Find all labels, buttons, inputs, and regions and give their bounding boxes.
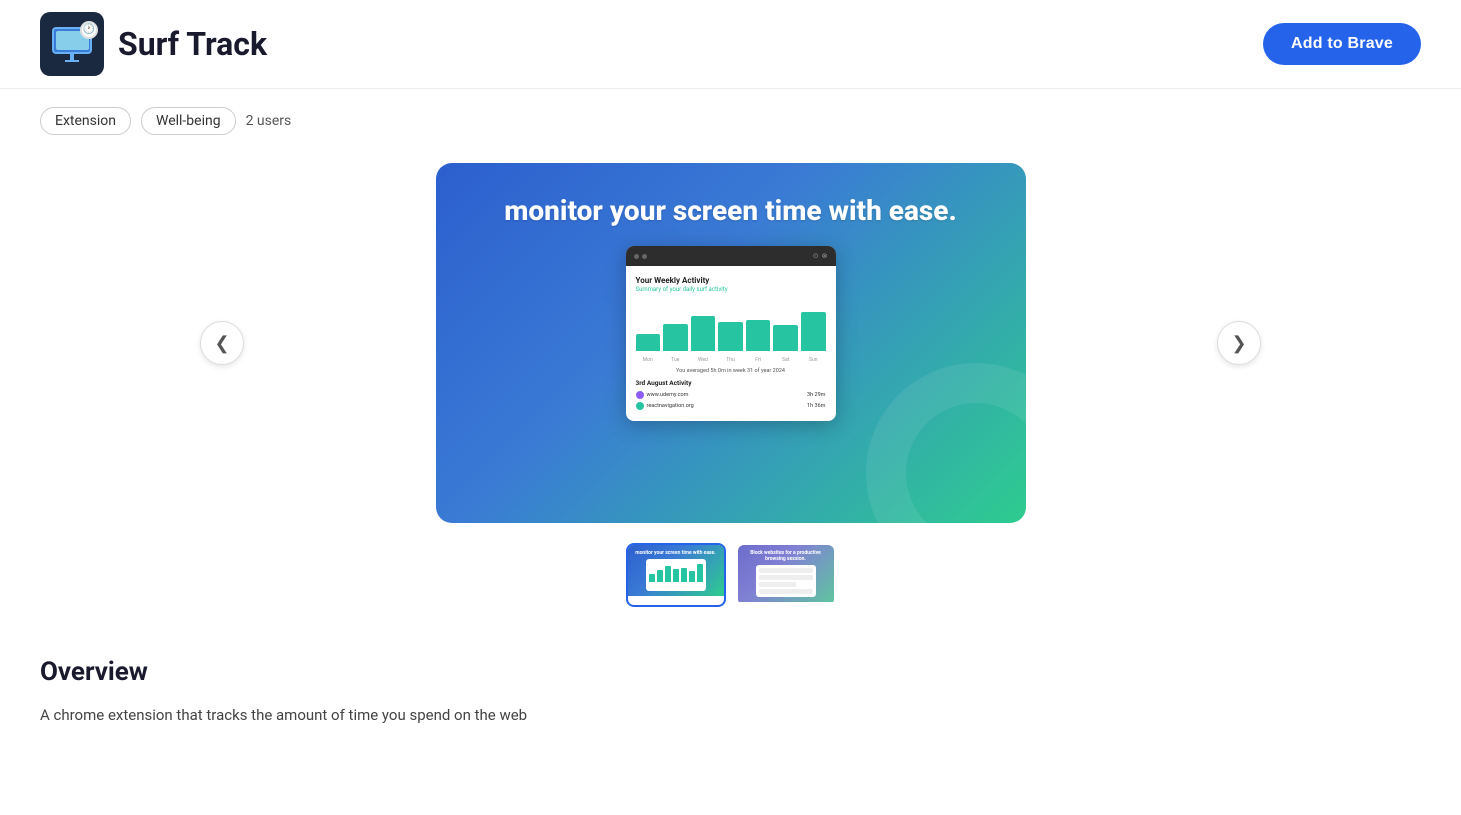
label-thu: Thu xyxy=(718,357,743,363)
browser-mockup: ⊙ ⊗ Your Weekly Activity Summary of your… xyxy=(626,246,836,421)
thumb-2-text: Block websites for a productive browsing… xyxy=(743,550,829,562)
users-count: 2 users xyxy=(246,108,292,134)
prev-arrow-icon: ❮ xyxy=(214,333,229,354)
site-time-2: 1h 36m xyxy=(807,403,826,409)
t2r1 xyxy=(759,568,813,573)
bar-sat xyxy=(773,325,798,351)
t2r4 xyxy=(759,589,813,594)
favicon-2 xyxy=(636,402,644,410)
bar-tue xyxy=(663,324,688,352)
page-header: 🕐 Surf Track Add to Brave xyxy=(0,0,1461,89)
label-sun: Sun xyxy=(801,357,826,363)
close-icon: ⊗ xyxy=(822,252,828,260)
carousel-main-slide: monitor your screen time with ease. ⊙ ⊗ … xyxy=(436,163,1026,523)
label-tue: Tue xyxy=(663,357,688,363)
settings-icon: ⊙ xyxy=(813,252,819,260)
label-wed: Wed xyxy=(691,357,716,363)
t2r2 xyxy=(759,575,813,580)
t1b3 xyxy=(665,566,671,582)
app-title: Surf Track xyxy=(118,25,267,63)
browser-bar: ⊙ ⊗ xyxy=(626,246,836,266)
thumbnails-row: monitor your screen time with ease. Bloc… xyxy=(0,543,1461,607)
thumb-2-content: Block websites for a productive browsing… xyxy=(738,545,834,602)
activity-chart xyxy=(636,301,826,351)
thumbnail-1[interactable]: monitor your screen time with ease. xyxy=(626,543,726,607)
thumb-2-mini xyxy=(756,565,816,597)
bar-fri xyxy=(746,320,771,351)
thumb-1-text: monitor your screen time with ease. xyxy=(635,550,716,556)
bar-mon xyxy=(636,334,661,352)
favicon-1 xyxy=(636,391,644,399)
clock-icon: 🕐 xyxy=(83,24,95,35)
site-left-1: www.udemy.com xyxy=(636,391,689,399)
carousel-prev-button[interactable]: ❮ xyxy=(200,321,244,365)
label-sat: Sat xyxy=(773,357,798,363)
avg-text: You averaged 5h 0m in week 31 of year 20… xyxy=(636,368,826,374)
thumbnail-2[interactable]: Block websites for a productive browsing… xyxy=(736,543,836,607)
label-mon: Mon xyxy=(636,357,661,363)
thumb-1-content: monitor your screen time with ease. xyxy=(628,545,724,596)
wellbeing-tag[interactable]: Well-being xyxy=(141,107,236,135)
t2r3 xyxy=(759,582,797,587)
site-name-2: reactnavigation.org xyxy=(647,403,694,409)
bar-wed xyxy=(691,316,716,351)
app-identity: 🕐 Surf Track xyxy=(40,12,267,76)
carousel-next-button[interactable]: ❯ xyxy=(1217,321,1261,365)
tags-row: Extension Well-being 2 users xyxy=(0,89,1461,153)
app-icon: 🕐 xyxy=(40,12,104,76)
thumb-1-mini xyxy=(646,559,706,591)
activity-subtitle: Summary of your daily surf activity xyxy=(636,286,826,293)
activity-title: Your Weekly Activity xyxy=(636,276,826,285)
overview-title: Overview xyxy=(40,657,1421,687)
site-left-2: reactnavigation.org xyxy=(636,402,694,410)
extension-tag[interactable]: Extension xyxy=(40,107,131,135)
dot-1 xyxy=(634,254,639,259)
t1b2 xyxy=(657,570,663,582)
carousel-decoration xyxy=(866,363,1026,523)
overview-section: Overview A chrome extension that tracks … xyxy=(0,637,1461,767)
day-section-title: 3rd August Activity xyxy=(636,379,826,387)
browser-icons: ⊙ ⊗ xyxy=(813,252,828,260)
site-name-1: www.udemy.com xyxy=(647,392,689,398)
browser-dots xyxy=(634,254,647,259)
bar-sun xyxy=(801,312,826,351)
t1b1 xyxy=(649,574,655,582)
carousel-headline: monitor your screen time with ease. xyxy=(464,193,997,228)
t1b5 xyxy=(681,568,687,582)
t1b6 xyxy=(689,571,695,582)
site-row-1: www.udemy.com 3h 29m xyxy=(636,391,826,399)
dot-2 xyxy=(642,254,647,259)
bar-thu xyxy=(718,322,743,351)
site-time-1: 3h 29m xyxy=(807,392,826,398)
add-to-brave-button[interactable]: Add to Brave xyxy=(1263,23,1421,65)
t1b4 xyxy=(673,569,679,582)
label-fri: Fri xyxy=(746,357,771,363)
carousel-section: ❮ monitor your screen time with ease. ⊙ … xyxy=(0,153,1461,543)
browser-content: Your Weekly Activity Summary of your dai… xyxy=(626,266,836,421)
t1b7 xyxy=(697,564,703,582)
thumb-1-bars xyxy=(649,562,703,582)
overview-text: A chrome extension that tracks the amoun… xyxy=(40,703,1421,727)
next-arrow-icon: ❯ xyxy=(1231,333,1246,354)
chart-labels: Mon Tue Wed Thu Fri Sat Sun xyxy=(636,357,826,363)
site-row-2: reactnavigation.org 1h 36m xyxy=(636,402,826,410)
